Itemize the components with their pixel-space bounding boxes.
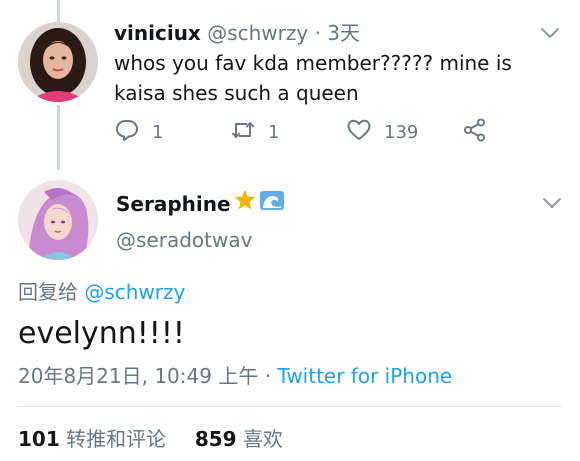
star-icon [233,188,257,219]
chevron-down-icon[interactable] [539,22,561,44]
reply-button[interactable]: 1 [114,116,163,148]
tweet-text: whos you fav kda member????? mine is kai… [114,51,512,105]
reply-icon [114,117,140,148]
share-button[interactable] [462,116,488,148]
retweet-count: 1 [268,121,280,143]
replying-to: 回复给 @schwrzy [18,278,185,306]
tweet-stats: 101 转推和评论 859 喜欢 [18,425,283,453]
avatar[interactable] [18,180,98,260]
like-icon [346,117,372,148]
chevron-down-icon[interactable] [541,192,563,214]
avatar[interactable] [18,22,98,102]
tweet-header: viniciux @schwrzy · 3天 [114,20,360,46]
author-name[interactable]: viniciux [114,21,201,45]
likes-stat[interactable]: 859 喜欢 [195,427,283,451]
likes-label: 喜欢 [242,427,283,451]
retweets-count: 101 [18,427,60,451]
author-handle[interactable]: @schwrzy [207,21,308,45]
tweet-text: evelynn!!!! [18,316,185,351]
like-button[interactable]: 139 [346,116,418,148]
wave-icon [259,188,285,219]
likes-count: 859 [194,427,237,451]
parent-tweet[interactable]: viniciux @schwrzy · 3天 whos you fav kda … [0,0,580,170]
author-name-text: Seraphine [116,191,231,216]
author-name[interactable]: Seraphine [116,188,285,219]
tweet-source-link[interactable]: Twitter for iPhone [277,364,452,388]
replying-prefix: 回复给 [18,280,78,304]
like-count: 139 [384,121,419,143]
retweets-stat[interactable]: 101 转推和评论 [18,427,172,451]
divider [18,406,562,407]
header-separator: · [314,21,321,45]
tweet-actions: 1 1 139 [114,116,514,148]
meta-separator: · [264,364,272,388]
tweet-meta: 20年8月21日, 10:49 上午 · Twitter for iPhone [18,362,452,390]
replying-mention-link[interactable]: @schwrzy [84,280,185,304]
retweets-label: 转推和评论 [66,427,167,451]
retweet-button[interactable]: 1 [230,116,279,148]
author-handle[interactable]: @seradotwav [116,226,252,254]
tweet-timestamp[interactable]: 20年8月21日, 10:49 上午 [18,364,258,388]
reply-count: 1 [152,121,164,143]
retweet-icon [230,117,256,148]
tweet-time[interactable]: 3天 [327,21,360,45]
share-icon [462,117,488,148]
